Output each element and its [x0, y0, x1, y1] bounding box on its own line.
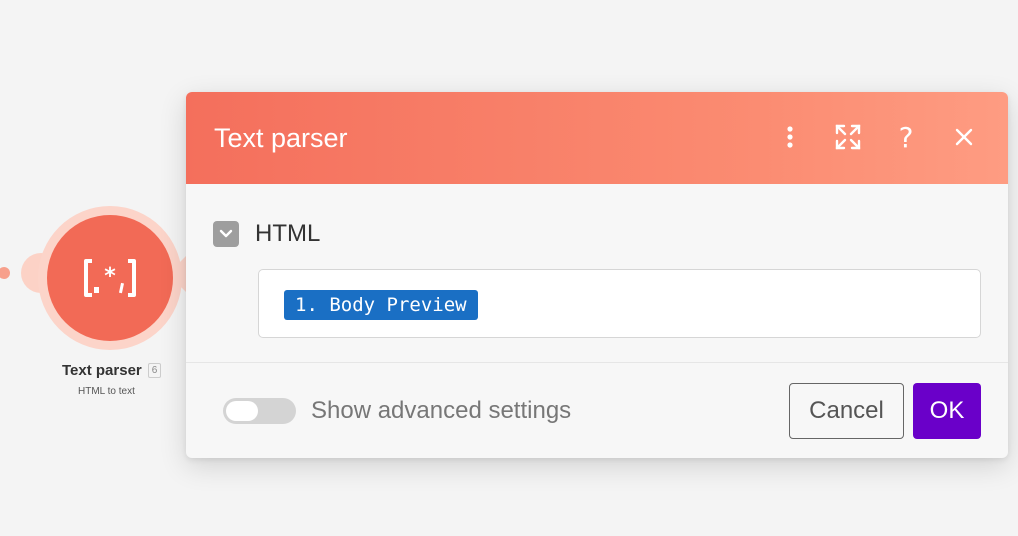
toggle-knob: [226, 400, 258, 421]
cancel-button[interactable]: Cancel: [789, 382, 904, 439]
module-title: Text parser: [62, 362, 142, 379]
dialog-footer: Show advanced settings Cancel OK: [186, 363, 1008, 458]
module-id-badge: 6: [147, 363, 162, 378]
expand-icon[interactable]: [834, 122, 862, 152]
regex-brackets-icon: *: [84, 259, 136, 297]
advanced-settings-toggle[interactable]: [223, 397, 296, 424]
module-subtitle: HTML to text: [78, 386, 135, 397]
connection-dot[interactable]: [0, 267, 10, 279]
help-glyph: ?: [898, 120, 914, 154]
svg-text:*: *: [104, 264, 116, 289]
html-field-header: HTML: [213, 220, 981, 248]
field-collapse-toggle[interactable]: [213, 221, 239, 247]
mapped-value-pill[interactable]: 1. Body Preview: [284, 290, 478, 320]
html-field-input[interactable]: 1. Body Preview: [258, 269, 981, 338]
chevron-down-icon: [219, 229, 233, 238]
dialog-body: HTML 1. Body Preview: [186, 184, 1008, 338]
header-toolbar: ?: [776, 120, 978, 154]
ok-button[interactable]: OK: [913, 382, 981, 439]
more-vertical-icon[interactable]: [776, 122, 804, 152]
help-icon[interactable]: ?: [892, 120, 920, 154]
module-name[interactable]: Text parser 6: [62, 362, 162, 379]
advanced-settings-label[interactable]: Show advanced settings: [311, 397, 571, 425]
dialog-title: Text parser: [214, 122, 348, 153]
dialog-header: Text parser ?: [186, 92, 1008, 184]
text-parser-module[interactable]: *: [47, 215, 173, 341]
module-settings-dialog: Text parser ? HTML 1. Body Preview Show …: [186, 92, 1008, 458]
close-icon[interactable]: [950, 122, 978, 152]
html-field-label: HTML: [255, 220, 321, 247]
